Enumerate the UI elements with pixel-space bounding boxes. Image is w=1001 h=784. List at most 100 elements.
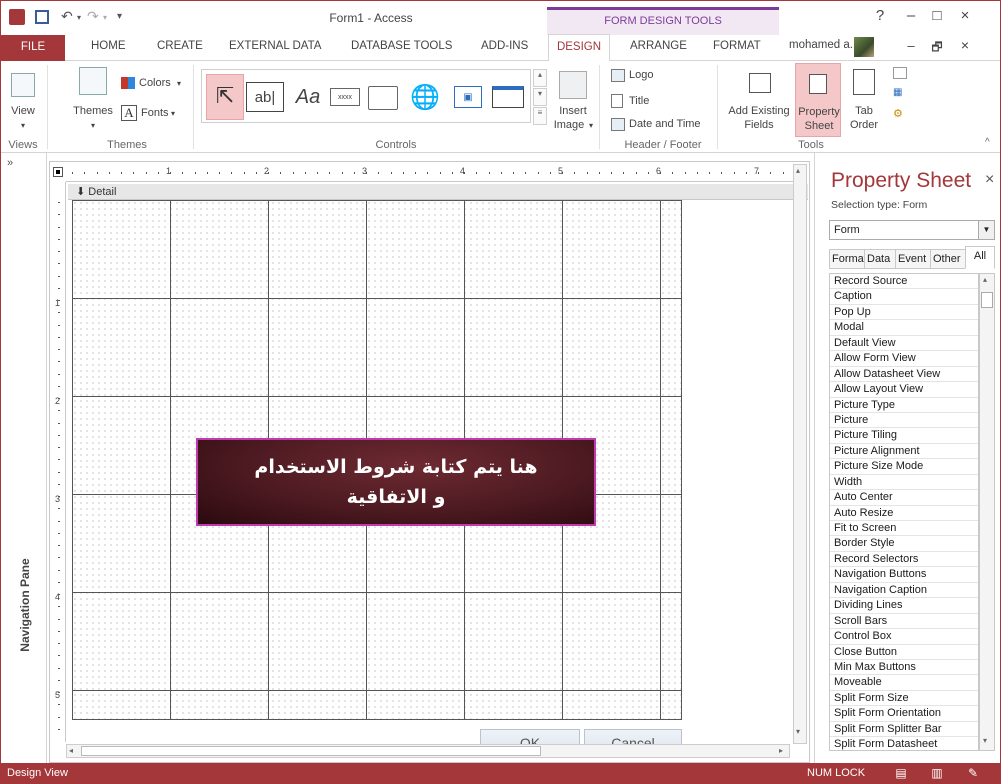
property-row[interactable]: Auto Center [830, 490, 978, 506]
property-row[interactable]: Fit to Screen [830, 521, 978, 537]
property-row[interactable]: Dividing Lines [830, 598, 978, 614]
property-row[interactable]: Picture Alignment [830, 444, 978, 460]
property-row[interactable]: Split Form Size [830, 691, 978, 707]
help-button[interactable]: ? [869, 7, 891, 24]
property-row[interactable]: Default View [830, 336, 978, 352]
tab-design[interactable]: DESIGN [548, 34, 610, 62]
detail-grid[interactable]: هنا يتم كتابة شروط الاستخدام و الاتفاقية… [72, 200, 682, 757]
add-existing-fields-button-line2[interactable]: Fields [723, 119, 795, 132]
property-row[interactable]: Picture Tiling [830, 428, 978, 444]
gallery-more[interactable]: ≡ [533, 107, 547, 125]
tab-data[interactable]: Data [864, 249, 896, 269]
vertical-scrollbar[interactable]: ▴ ▾ [793, 164, 807, 744]
doc-restore-button[interactable]: 🗗 [926, 38, 948, 59]
select-pointer-icon[interactable]: ⇱ [206, 74, 244, 120]
doc-close-button[interactable]: × [954, 37, 976, 53]
gallery-scroll-up[interactable]: ▴ [533, 69, 547, 87]
insert-image-dropdown-icon[interactable]: ▾ [589, 119, 593, 132]
scroll-right-icon[interactable]: ▸ [779, 746, 783, 755]
property-row[interactable]: Picture [830, 413, 978, 429]
property-row[interactable]: Navigation Buttons [830, 567, 978, 583]
colors-button[interactable]: Colors [139, 77, 171, 90]
scroll-left-icon[interactable]: ◂ [69, 746, 73, 755]
property-row[interactable]: Split Form Orientation [830, 706, 978, 722]
property-row[interactable]: Split Form Splitter Bar [830, 722, 978, 738]
form-selector[interactable] [53, 167, 63, 177]
property-row[interactable]: Width [830, 475, 978, 491]
date-and-time-button[interactable]: Date and Time [629, 118, 701, 131]
property-scroll-thumb[interactable] [981, 292, 993, 308]
insert-image-button-line2[interactable]: Image [549, 119, 589, 132]
web-browser-icon[interactable]: ▣ [454, 86, 482, 108]
scroll-down-icon[interactable]: ▾ [983, 736, 987, 745]
property-row[interactable]: Picture Type [830, 398, 978, 413]
minimize-button[interactable]: – [900, 7, 922, 24]
title-icon[interactable] [611, 94, 623, 108]
add-existing-fields-icon[interactable] [749, 73, 771, 93]
maximize-button[interactable]: □ [926, 7, 948, 24]
form-design-surface[interactable]: 1 2 3 4 5 6 7 1 2 3 4 5 ⬇ Detail هنا يتم… [49, 161, 810, 763]
tab-all[interactable]: All [965, 246, 995, 269]
property-row[interactable]: Auto Resize [830, 506, 978, 521]
close-icon[interactable]: × [985, 171, 994, 189]
scroll-up-icon[interactable]: ▴ [796, 166, 800, 175]
object-selector-dropdown[interactable]: Form ▼ [829, 220, 995, 240]
chevron-down-icon[interactable]: ▼ [978, 221, 994, 239]
button-control[interactable]: xxxx [330, 88, 360, 106]
themes-dropdown-icon[interactable]: ▾ [71, 119, 115, 132]
property-row[interactable]: Record Source [830, 274, 978, 290]
fonts-button[interactable]: Fonts [141, 107, 169, 120]
tab-create[interactable]: CREATE [157, 40, 203, 52]
property-row[interactable]: Caption [830, 289, 978, 305]
tab-format[interactable]: FORMAT [713, 40, 761, 52]
property-row[interactable]: Control Box [830, 629, 978, 645]
themes-button-label[interactable]: Themes [71, 105, 115, 118]
tab-order-button[interactable]: Tab [847, 105, 881, 118]
horizontal-scrollbar[interactable]: ◂ ▸ [66, 744, 790, 758]
view-button-label[interactable]: View [7, 105, 39, 118]
convert-macros-icon[interactable]: ⚙ [893, 107, 907, 120]
property-sheet-button[interactable]: Property Sheet [795, 63, 841, 137]
view-icon[interactable] [11, 73, 35, 97]
insert-image-icon[interactable] [559, 71, 587, 99]
layout-view-icon[interactable]: ▥ [929, 766, 945, 780]
tab-event[interactable]: Event [895, 249, 931, 269]
navigation-pane[interactable]: » Navigation Pane [1, 153, 47, 763]
add-existing-fields-button[interactable]: Add Existing [723, 105, 795, 118]
doc-minimize-button[interactable]: – [900, 38, 922, 53]
property-row[interactable]: Allow Layout View [830, 382, 978, 398]
logo-button[interactable]: Logo [629, 69, 653, 82]
tab-order-icon[interactable] [853, 69, 875, 95]
tab-file[interactable]: FILE [1, 35, 65, 61]
tab-home[interactable]: HOME [91, 40, 126, 52]
property-row[interactable]: Allow Form View [830, 351, 978, 367]
expand-nav-icon[interactable]: » [7, 157, 13, 169]
horizontal-scroll-thumb[interactable] [81, 746, 541, 756]
property-row[interactable]: Min Max Buttons [830, 660, 978, 676]
themes-icon[interactable] [79, 67, 107, 95]
title-button[interactable]: Title [629, 95, 649, 108]
detail-section-bar[interactable]: ⬇ Detail [68, 184, 808, 200]
tab-order-button-line2[interactable]: Order [847, 119, 881, 132]
tab-add-ins[interactable]: ADD-INS [481, 40, 528, 52]
scroll-up-icon[interactable]: ▴ [983, 275, 987, 284]
avatar[interactable] [854, 37, 874, 57]
label-control[interactable]: Aa [290, 82, 326, 112]
gallery-scroll-down[interactable]: ▾ [533, 88, 547, 106]
property-row[interactable]: Moveable [830, 675, 978, 691]
terms-label-box[interactable]: هنا يتم كتابة شروط الاستخدام و الاتفاقية [196, 438, 596, 526]
property-list-scrollbar[interactable]: ▴ ▾ [979, 273, 995, 751]
view-dropdown-icon[interactable]: ▾ [7, 119, 39, 132]
property-row[interactable]: Border Style [830, 536, 978, 552]
collapse-ribbon-icon[interactable]: ^ [985, 137, 990, 148]
property-row[interactable]: Split Form Datasheet [830, 737, 978, 750]
close-button[interactable]: × [954, 7, 976, 24]
textbox-control[interactable]: ab| [246, 82, 284, 112]
design-view-icon[interactable]: ✎ [965, 766, 981, 780]
fonts-icon[interactable]: A [121, 105, 137, 121]
property-row[interactable]: Allow Datasheet View [830, 367, 978, 383]
property-row[interactable]: Navigation Caption [830, 583, 978, 599]
tab-format[interactable]: Format [829, 249, 865, 269]
tab-database-tools[interactable]: DATABASE TOOLS [351, 40, 452, 52]
colors-dropdown-icon[interactable]: ▾ [177, 77, 181, 90]
